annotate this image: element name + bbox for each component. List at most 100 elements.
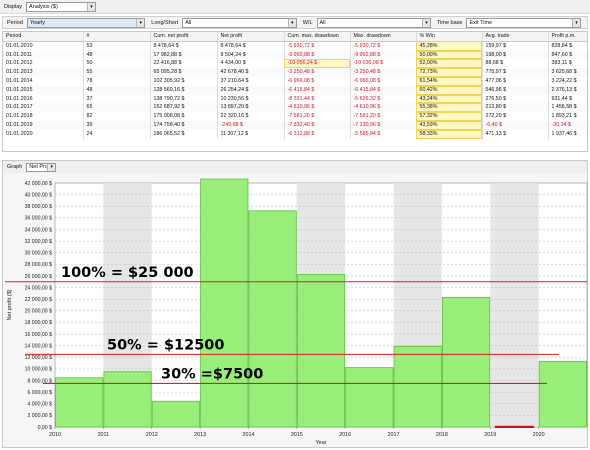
table-cell: 01.01.2012 [3, 59, 84, 69]
table-cell: 22 320,16 $ [217, 112, 285, 121]
table-cell: -6 966,08 $ [350, 76, 417, 86]
table-header-row: Period # Cum. net profit Net profit Cum.… [3, 32, 587, 42]
table-cell: 9 504,24 $ [217, 50, 285, 60]
table-cell: -10 056,24 $ [284, 59, 351, 69]
column-header[interactable]: # [83, 32, 151, 42]
table-row[interactable]: 01.01.2010 53 8 478,64 $8 478,64 $ -5 930,7… [3, 41, 587, 51]
graph-panel: Graph Net Profit ▾ 0,00 $ 2 000,00 $ 4 000… [2, 160, 588, 448]
display-dropdown-value: Analysis ($) [29, 3, 58, 10]
table-row[interactable]: 01.01.2014 78 102 305,92 $37 210,64 $ -6 96… [3, 76, 587, 86]
table-cell: 01.01.2015 [3, 85, 84, 95]
table-cell: 775,97 $ [482, 68, 549, 77]
x-tick-label: 2011 [98, 432, 110, 438]
filter-bar: Period Yearly ▾ Long/Short All ▾ W/L All… [2, 16, 588, 29]
chevron-down-icon: ▾ [287, 18, 296, 27]
column-header[interactable]: % Win [416, 32, 483, 42]
table-row[interactable]: 01.01.2019 39 174 758,40 $ -249,68 $ -7 332,… [3, 120, 587, 130]
table-cell: 175 008,08 $ [150, 112, 218, 121]
table-cell: -6 415,84 $ [350, 85, 417, 95]
wl-label: W/L [302, 19, 313, 26]
table-cell: 546,96 $ [482, 85, 549, 95]
y-tick-label: 32 000,00 $ [25, 239, 53, 245]
table-cell: 1 937,46 $ [548, 129, 587, 139]
table-cell: 48 [83, 50, 151, 60]
table-cell: 01.01.2014 [3, 76, 84, 86]
y-tick-label: 38 000,00 $ [25, 204, 53, 210]
table-cell: -6 966,08 $ [284, 76, 351, 86]
table-row[interactable]: 01.01.2017 65 152 687,92 $13 897,20 $ -4 61… [3, 103, 587, 113]
annotation-label: 50% = $12500 [107, 337, 225, 353]
table-row[interactable]: 01.01.2015 48 128 560,16 $26 254,24 $ -6 41… [3, 85, 587, 95]
table-cell: 78 [83, 76, 151, 86]
results-table-panel: Period # Cum. net profit Net profit Cum.… [2, 31, 588, 152]
bar [200, 178, 249, 428]
table-cell: 50 [83, 59, 151, 69]
table-cell: 01.01.2010 [3, 41, 84, 51]
bar [538, 360, 587, 428]
net-profit-chart: 0,00 $2 000,00 $4 000,00 $6 000,00 $8 00… [5, 178, 588, 446]
column-header[interactable]: Profit p.m. [548, 32, 587, 42]
graph-label: Graph [7, 164, 23, 170]
y-tick-label: 0,00 $ [38, 425, 53, 431]
table-cell: -7 332,40 $ [284, 120, 351, 130]
column-header[interactable]: Cum. max. drawdown [284, 32, 351, 42]
column-header[interactable]: Period [3, 32, 84, 42]
column-header[interactable]: Avg. trade [482, 32, 549, 42]
wl-dropdown-value: All [319, 19, 326, 26]
table-cell: 72,73% [416, 68, 483, 77]
display-dropdown[interactable]: Analysis ($) ▾ [26, 1, 97, 12]
period-label: Period [7, 19, 23, 26]
bar [103, 371, 152, 428]
table-row[interactable]: 01.01.2013 55 65 095,28 $42 678,40 $ -3 250… [3, 68, 587, 77]
y-tick-label: 18 000,00 $ [25, 320, 53, 326]
table-cell: 186 065,52 $ [150, 129, 218, 139]
graph-metric-dropdown[interactable]: Net Profit ▾ [26, 162, 57, 172]
timebase-dropdown[interactable]: Exit Time ▾ [466, 17, 581, 28]
y-tick-label: 34 000,00 $ [25, 227, 53, 233]
table-cell: 01.01.2018 [3, 112, 84, 121]
table-row[interactable]: 01.01.2018 82 175 008,08 $22 320,16 $ -7 58… [3, 112, 587, 121]
table-row[interactable]: 01.01.2012 50 22 416,88 $4 434,00 $ -10 056… [3, 59, 587, 69]
table-cell: 01.01.2017 [3, 103, 84, 113]
table-cell: -5 930,72 $ [284, 41, 351, 51]
column-header[interactable]: Cum. net profit [150, 32, 218, 42]
column-header[interactable]: Net profit [217, 32, 285, 42]
table-cell: 01.01.2020 [3, 129, 84, 139]
bar [151, 400, 200, 428]
table-cell: 471,13 $ [482, 129, 549, 139]
table-cell: 477,06 $ [482, 76, 549, 86]
table-cell: 2 376,13 $ [548, 85, 587, 95]
table-cell: 159,97 $ [482, 41, 549, 51]
column-header[interactable]: Max. drawdown [350, 32, 417, 42]
table-cell: -6 415,84 $ [284, 85, 351, 95]
y-tick-label: 40 000,00 $ [25, 192, 53, 198]
table-cell: 13 897,20 $ [217, 103, 285, 113]
chevron-down-icon: ▾ [571, 18, 580, 27]
period-dropdown[interactable]: Yearly ▾ [26, 17, 146, 28]
table-cell: 1 456,58 $ [548, 103, 587, 113]
bar [393, 345, 442, 428]
table-row[interactable]: 01.01.2020 24 186 065,52 $11 307,12 $ -6 31… [3, 129, 587, 139]
display-toolbar: Display Analysis ($) ▾ [0, 0, 590, 14]
table-cell: 272,20 $ [482, 112, 549, 121]
table-row[interactable]: 01.01.2011 48 17 982,88 $9 504,24 $ -9 992,… [3, 50, 587, 60]
table-row[interactable]: 01.01.2016 37 138 790,72 $10 230,56 $ -8 33… [3, 94, 587, 104]
table-cell: 37 210,64 $ [217, 76, 285, 86]
table-cell: 128 560,16 $ [150, 85, 218, 95]
table-cell: -5 626,32 $ [350, 94, 417, 104]
timebase-dropdown-value: Exit Time [469, 19, 493, 26]
y-tick-label: 24 000,00 $ [25, 285, 53, 291]
wl-dropdown[interactable]: All ▾ [316, 17, 431, 28]
table-cell: -4 610,96 $ [350, 103, 417, 113]
table-cell: 39 [83, 120, 151, 130]
table-cell: -9 992,88 $ [284, 50, 351, 60]
table-cell: 828,84 $ [548, 41, 587, 51]
table-cell: 42 678,40 $ [217, 68, 285, 77]
table-cell: 276,50 $ [482, 94, 549, 104]
annotation-label: 30% =$7500 [161, 366, 263, 382]
table-cell: 198,00 $ [482, 50, 549, 60]
bar [345, 367, 394, 428]
y-tick-label: 42 000,00 $ [25, 181, 53, 187]
longshort-dropdown[interactable]: All ▾ [182, 17, 297, 28]
y-tick-label: 14 000,00 $ [25, 343, 53, 349]
